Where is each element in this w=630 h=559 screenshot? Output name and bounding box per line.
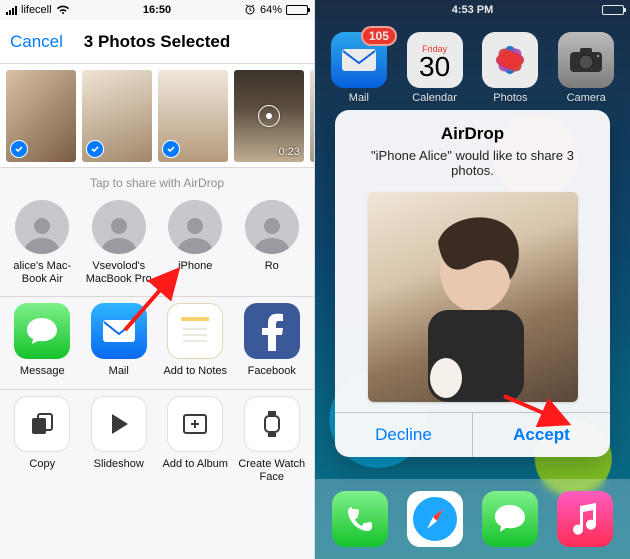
add-album-icon [167,396,223,452]
share-sheet-screen: lifecell 16:50 64% Cancel 3 Photos Selec… [0,0,315,559]
actions-row: Copy Slideshow Add to Album Create Watch… [0,389,314,494]
dock [315,479,630,559]
airdrop-receive-screen: No SIM 4:53 PM 72% 105 Mail Friday 30 [315,0,630,559]
action-label: Copy [6,458,78,471]
play-icon [91,396,147,452]
action-slideshow[interactable]: Slideshow [83,396,155,484]
photo-preview [368,192,578,402]
action-watch-face[interactable]: Create Watch Face [236,396,308,484]
person-icon [168,200,222,254]
airdrop-target[interactable]: Ro [236,200,308,286]
action-label: Create Watch Face [236,458,308,484]
decline-button[interactable]: Decline [335,413,472,457]
share-facebook[interactable]: Facebook [236,303,308,378]
alarm-icon [244,3,256,18]
dock-safari[interactable] [407,491,463,547]
live-ring-icon [258,105,280,127]
airdrop-dialog: AirDrop "iPhone Alice" would like to sha… [335,110,610,457]
video-duration: 0:23 [279,146,300,158]
airdrop-targets-row: alice's Mac-Book Air Vsevolod's MacBook … [0,194,314,296]
dialog-message: "iPhone Alice" would like to share 3 pho… [335,144,610,188]
battery-icon [286,5,308,15]
status-bar: lifecell 16:50 64% [0,0,314,20]
thumb-1[interactable] [6,70,76,162]
status-time: 16:50 [143,4,171,16]
facebook-icon [244,303,300,359]
airdrop-target-label: alice's Mac-Book Air [6,260,78,286]
battery-pct: 64% [260,4,282,16]
share-mail[interactable]: Mail [83,303,155,378]
person-icon [92,200,146,254]
airdrop-target[interactable]: alice's Mac-Book Air [6,200,78,286]
airdrop-target-label: Ro [236,260,308,273]
mail-icon [91,303,147,359]
share-notes[interactable]: Add to Notes [159,303,231,378]
notes-icon [167,303,223,359]
thumb-3[interactable] [158,70,228,162]
nav-bar: Cancel 3 Photos Selected [0,20,314,64]
share-apps-row: Message Mail Add to Notes Facebook [0,296,314,388]
action-label: Add to Album [159,458,231,471]
copy-icon [14,396,70,452]
airdrop-target-label: Vsevolod's MacBook Pro [83,260,155,286]
share-app-label: Mail [83,365,155,378]
airdrop-hint: Tap to share with AirDrop [0,168,314,194]
thumb-5[interactable] [310,70,314,162]
wifi-icon [56,5,70,15]
thumb-2[interactable] [82,70,152,162]
action-add-album[interactable]: Add to Album [159,396,231,484]
airdrop-target-label: iPhone [159,260,231,273]
dialog-title: AirDrop [335,110,610,144]
cancel-button[interactable]: Cancel [0,32,63,52]
person-icon [15,200,69,254]
watch-icon [244,396,300,452]
share-app-label: Facebook [236,365,308,378]
dock-messages[interactable] [482,491,538,547]
thumb-4-video[interactable]: 0:23 [234,70,304,162]
photo-thumbnails[interactable]: 0:23 [0,64,314,168]
action-copy[interactable]: Copy [6,396,78,484]
check-icon [10,140,28,158]
check-icon [162,140,180,158]
signal-icon [6,6,17,15]
person-icon [245,200,299,254]
share-message[interactable]: Message [6,303,78,378]
check-icon [86,140,104,158]
airdrop-target[interactable]: Vsevolod's MacBook Pro [83,200,155,286]
airdrop-target[interactable]: iPhone [159,200,231,286]
message-icon [14,303,70,359]
nav-title: 3 Photos Selected [84,32,230,52]
action-label: Slideshow [83,458,155,471]
share-app-label: Message [6,365,78,378]
dock-phone[interactable] [332,491,388,547]
dock-music[interactable] [557,491,613,547]
share-app-label: Add to Notes [159,365,231,378]
carrier-label: lifecell [21,4,52,16]
accept-button[interactable]: Accept [472,413,610,457]
